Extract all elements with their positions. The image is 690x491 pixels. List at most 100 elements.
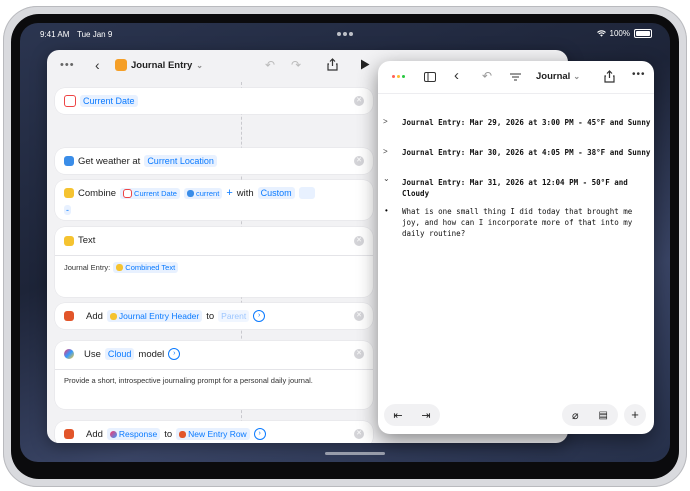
sidebar-icon[interactable]: [424, 72, 436, 82]
outdent-icon[interactable]: ⇤: [393, 409, 402, 422]
to-label: to: [206, 310, 215, 322]
action-add-response[interactable]: Add Response to New Entry Row › ✕: [55, 421, 373, 443]
weather-label: Get weather at: [78, 155, 141, 167]
action-current-date[interactable]: Current Date ✕: [55, 88, 373, 114]
journal-entry-heading[interactable]: Journal Entry: Mar 31, 2026 at 12:04 PM …: [402, 177, 652, 199]
response-token[interactable]: Response: [106, 428, 161, 440]
divider: [55, 369, 373, 370]
expand-icon[interactable]: ›: [253, 428, 266, 440]
ai-model-icon: [64, 349, 74, 359]
screen: 9:41 AM Tue Jan 9 100% ••• ‹ Journal Ent…: [20, 23, 670, 462]
notes-bottom-toolbar: ⇤ ⇥ ⌀ ▤ +: [378, 400, 654, 434]
window-menu-icon[interactable]: •••: [60, 59, 75, 71]
journal-entry-body[interactable]: What is one small thing I did today that…: [402, 206, 647, 239]
status-date: Tue Jan 9: [77, 30, 113, 39]
remove-action-button[interactable]: ✕: [354, 311, 364, 321]
status-bar: 9:41 AM Tue Jan 9 100%: [20, 23, 670, 43]
undo-icon[interactable]: ↶: [482, 69, 492, 83]
divider: [55, 255, 373, 256]
filter-icon[interactable]: [510, 73, 521, 81]
ipad-frame: 9:41 AM Tue Jan 9 100% ••• ‹ Journal Ent…: [3, 6, 687, 487]
combine-label: Combine: [78, 187, 117, 199]
home-indicator: [325, 452, 385, 455]
text-icon: [64, 188, 74, 198]
shortcut-title[interactable]: Journal Entry ⌄: [115, 59, 203, 71]
play-icon[interactable]: [360, 59, 370, 70]
action-use-model[interactable]: Use Cloud model › ✕ Provide a short, int…: [55, 341, 373, 409]
expand-icon[interactable]: ›: [168, 348, 181, 360]
shortcut-app-icon: [115, 59, 127, 71]
add-item-button[interactable]: +: [226, 187, 232, 199]
back-icon[interactable]: ‹: [454, 67, 459, 84]
window-controls[interactable]: [392, 75, 405, 78]
wifi-icon: [596, 30, 606, 37]
attachment-controls: ⌀ ▤: [562, 404, 618, 426]
remove-action-button[interactable]: ✕: [354, 236, 364, 246]
cloud-token[interactable]: Cloud: [104, 348, 135, 360]
collapse-chevron[interactable]: ⌄: [383, 174, 390, 183]
multitasking-dots[interactable]: [334, 32, 356, 36]
table-icon: [179, 430, 187, 438]
current-location-token[interactable]: Current Location: [144, 155, 217, 167]
text-icon: [116, 264, 124, 271]
separator-value[interactable]: [298, 187, 315, 199]
back-icon[interactable]: ‹: [95, 57, 100, 73]
ai-model-icon: [109, 430, 117, 438]
action-add-header[interactable]: Add Journal Entry Header to Parent › ✕: [55, 303, 373, 329]
indent-icon[interactable]: ⇥: [421, 409, 430, 422]
text-body-prefix: Journal Entry:: [64, 263, 111, 272]
current-date-token[interactable]: Current Date: [80, 95, 138, 107]
remove-action-button[interactable]: ✕: [354, 429, 364, 439]
notes-title[interactable]: Journal ⌄: [536, 71, 580, 82]
model-prompt[interactable]: Provide a short, introspective journalin…: [64, 376, 313, 385]
notes-window: ‹ ↶ Journal ⌄ ••• > Journal Entry: Mar 2…: [378, 61, 654, 434]
expand-icon[interactable]: ›: [253, 310, 266, 322]
attachment-icon[interactable]: ⌀: [572, 409, 579, 422]
text-icon: [64, 235, 74, 246]
collapse-chevron[interactable]: >: [383, 117, 388, 126]
to-label: to: [164, 428, 173, 440]
action-text[interactable]: Text ✕ Journal Entry: Combined Text: [55, 227, 373, 297]
undo-icon[interactable]: ↶: [265, 58, 275, 72]
share-icon[interactable]: [327, 58, 338, 71]
chevron-down-icon: ⌄: [196, 60, 203, 70]
separator-text[interactable]: -: [64, 205, 71, 215]
table-icon: [64, 429, 74, 439]
text-action-title: Text: [78, 235, 96, 246]
combined-text-token[interactable]: Combined Text: [113, 262, 179, 273]
action-get-weather[interactable]: Get weather at Current Location ✕: [55, 148, 373, 174]
table-icon: [64, 311, 74, 321]
journal-entry-header-token[interactable]: Journal Entry Header: [106, 310, 203, 322]
remove-action-button[interactable]: ✕: [354, 349, 364, 359]
indent-controls: ⇤ ⇥: [384, 404, 440, 426]
action-combine[interactable]: Combine Current Date current + with Cust…: [55, 180, 373, 220]
new-entry-row-token[interactable]: New Entry Row: [176, 428, 250, 440]
with-label: with: [236, 187, 254, 199]
comment-icon[interactable]: ▤: [599, 410, 608, 421]
use-label: Use: [84, 348, 101, 360]
current-date-token[interactable]: Current Date: [120, 187, 180, 199]
shortcut-title-text: Journal Entry: [131, 59, 193, 71]
add-label: Add: [86, 428, 103, 440]
redo-icon[interactable]: ↷: [291, 58, 301, 72]
parent-token[interactable]: Parent: [218, 310, 250, 322]
bullet: •: [385, 206, 388, 215]
notes-title-text: Journal: [536, 71, 571, 82]
collapse-chevron[interactable]: >: [383, 147, 388, 156]
model-label: model: [138, 348, 165, 360]
journal-entry-heading[interactable]: Journal Entry: Mar 29, 2026 at 3:00 PM -…: [402, 117, 652, 128]
add-icon[interactable]: +: [624, 404, 646, 426]
remove-action-button[interactable]: ✕: [354, 156, 364, 166]
weather-icon: [186, 189, 194, 197]
more-icon[interactable]: •••: [632, 69, 646, 80]
current-weather-token[interactable]: current: [183, 187, 223, 199]
text-body[interactable]: Journal Entry: Combined Text: [64, 262, 179, 273]
battery-icon: [634, 29, 652, 38]
separator-token[interactable]: Custom: [257, 187, 295, 199]
share-icon[interactable]: [604, 70, 615, 83]
remove-action-button[interactable]: ✕: [354, 96, 364, 106]
chevron-down-icon: ⌄: [573, 72, 581, 81]
journal-entry-heading[interactable]: Journal Entry: Mar 30, 2026 at 4:05 PM -…: [402, 147, 652, 158]
battery-percent: 100%: [609, 29, 630, 38]
status-time: 9:41 AM: [40, 30, 70, 39]
